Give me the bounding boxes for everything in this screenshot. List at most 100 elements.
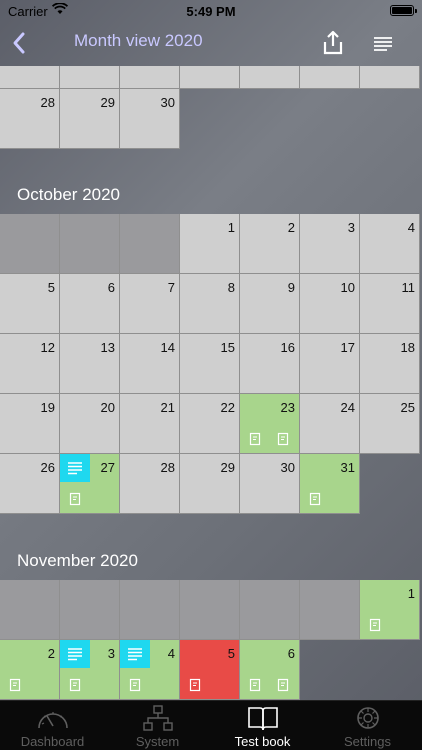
- day-cell[interactable]: 13: [60, 334, 120, 394]
- day-number: 10: [340, 280, 355, 295]
- calendar-scroll[interactable]: 28 29 30 October 2020 1 2 3 4 5 6 7 8 9 …: [0, 66, 422, 700]
- day-cell[interactable]: 1: [180, 214, 240, 274]
- blank-cell: [300, 580, 360, 640]
- tab-test-book[interactable]: Test book: [210, 701, 315, 750]
- day-cell[interactable]: 4: [360, 214, 420, 274]
- menu-icon[interactable]: [370, 30, 398, 58]
- test-doc-icon: [68, 678, 82, 692]
- network-icon: [142, 705, 173, 731]
- day-number: 7: [167, 280, 175, 295]
- calendar-cell[interactable]: [0, 66, 60, 89]
- test-doc-icon: [248, 678, 262, 692]
- day-number: 5: [227, 646, 235, 661]
- test-doc-icon: [68, 492, 82, 506]
- day-number: 18: [400, 340, 415, 355]
- day-cell-with-tests[interactable]: 4: [120, 640, 180, 700]
- day-number: 28: [160, 460, 175, 475]
- calendar-cell[interactable]: [60, 66, 120, 89]
- day-cell[interactable]: 12: [0, 334, 60, 394]
- day-number: 26: [40, 460, 55, 475]
- day-cell[interactable]: 30: [120, 89, 180, 149]
- day-number: 19: [40, 400, 55, 415]
- day-cell[interactable]: 16: [240, 334, 300, 394]
- day-number: 15: [220, 340, 235, 355]
- day-cell[interactable]: 28: [120, 454, 180, 514]
- battery-icon: [390, 5, 417, 16]
- day-cell[interactable]: 17: [300, 334, 360, 394]
- test-doc-icon: [368, 618, 382, 632]
- day-number: 24: [340, 400, 355, 415]
- blank-cell: [60, 214, 120, 274]
- day-number: 2: [47, 646, 55, 661]
- calendar-cell[interactable]: [300, 66, 360, 89]
- day-number: 22: [220, 400, 235, 415]
- day-cell[interactable]: 25: [360, 394, 420, 454]
- tab-label: Settings: [344, 734, 391, 749]
- day-cell[interactable]: 24: [300, 394, 360, 454]
- day-cell[interactable]: 29: [60, 89, 120, 149]
- day-cell-with-tests[interactable]: 23: [240, 394, 300, 454]
- day-cell[interactable]: 2: [240, 214, 300, 274]
- calendar-cell[interactable]: [240, 66, 300, 89]
- tab-dashboard[interactable]: Dashboard: [0, 701, 105, 750]
- day-cell[interactable]: 5: [0, 274, 60, 334]
- back-chevron-icon[interactable]: [6, 28, 36, 58]
- test-doc-icon: [8, 678, 22, 692]
- day-cell-with-tests[interactable]: 27: [60, 454, 120, 514]
- day-cell[interactable]: 14: [120, 334, 180, 394]
- day-cell-with-tests[interactable]: 2: [0, 640, 60, 700]
- day-cell[interactable]: 15: [180, 334, 240, 394]
- day-cell-failed[interactable]: 5: [180, 640, 240, 700]
- day-number: 9: [287, 280, 295, 295]
- calendar-cell[interactable]: [120, 66, 180, 89]
- november-grid: 1 2 3 4 5 6: [0, 580, 422, 700]
- day-cell[interactable]: 7: [120, 274, 180, 334]
- tab-settings[interactable]: Settings: [315, 701, 420, 750]
- day-cell-with-tests[interactable]: 1: [360, 580, 420, 640]
- day-cell[interactable]: 30: [240, 454, 300, 514]
- note-icon: [60, 454, 90, 482]
- day-number: 27: [100, 460, 115, 475]
- day-cell-with-tests[interactable]: 31: [300, 454, 360, 514]
- day-cell[interactable]: 10: [300, 274, 360, 334]
- day-cell[interactable]: 20: [60, 394, 120, 454]
- day-number: 11: [401, 280, 416, 295]
- test-doc-icon: [128, 678, 142, 692]
- day-number: 8: [227, 280, 235, 295]
- day-number: 4: [407, 220, 415, 235]
- tab-system[interactable]: System: [105, 701, 210, 750]
- share-icon[interactable]: [318, 28, 348, 58]
- day-cell[interactable]: 9: [240, 274, 300, 334]
- day-number: 16: [280, 340, 295, 355]
- day-cell[interactable]: 29: [180, 454, 240, 514]
- day-cell[interactable]: 11: [360, 274, 420, 334]
- day-cell-with-tests[interactable]: 3: [60, 640, 120, 700]
- blank-cell: [120, 580, 180, 640]
- blank-cell: [120, 214, 180, 274]
- day-cell[interactable]: 3: [300, 214, 360, 274]
- day-cell[interactable]: 28: [0, 89, 60, 149]
- clock: 5:49 PM: [186, 4, 236, 19]
- day-number: 23: [280, 400, 295, 415]
- test-doc-icon: [276, 678, 290, 692]
- calendar-cell[interactable]: [360, 66, 420, 89]
- day-number: 14: [160, 340, 175, 355]
- day-number: 2: [287, 220, 295, 235]
- tab-bar: Dashboard System Test book Settings: [0, 700, 422, 750]
- day-number: 20: [100, 400, 115, 415]
- status-bar: Carrier 5:49 PM: [0, 0, 422, 22]
- day-cell[interactable]: 19: [0, 394, 60, 454]
- day-cell-with-tests[interactable]: 6: [240, 640, 300, 700]
- day-cell[interactable]: 18: [360, 334, 420, 394]
- day-cell[interactable]: 8: [180, 274, 240, 334]
- day-cell[interactable]: 21: [120, 394, 180, 454]
- gear-icon: [356, 707, 379, 729]
- book-icon: [247, 707, 278, 731]
- note-icon: [120, 640, 150, 668]
- day-number: 6: [287, 646, 295, 661]
- gauge-icon: [37, 712, 68, 729]
- day-cell[interactable]: 6: [60, 274, 120, 334]
- day-cell[interactable]: 26: [0, 454, 60, 514]
- calendar-cell[interactable]: [180, 66, 240, 89]
- day-cell[interactable]: 22: [180, 394, 240, 454]
